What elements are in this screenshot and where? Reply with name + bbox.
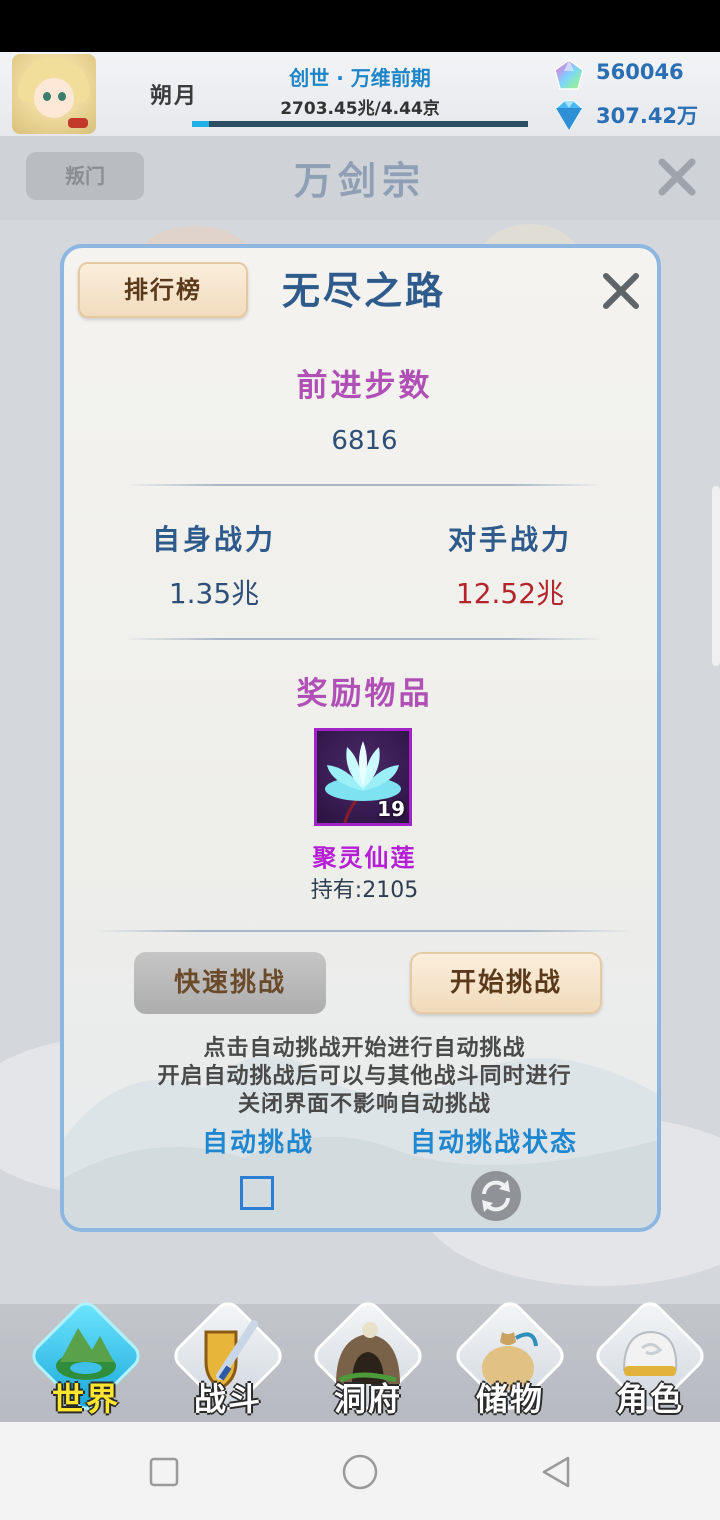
divider [124, 638, 604, 640]
close-icon[interactable] [598, 268, 644, 314]
player-avatar[interactable] [12, 54, 96, 134]
side-scroll-handle[interactable] [712, 486, 720, 666]
reward-item-name: 聚灵仙莲 [312, 844, 417, 872]
auto-challenge-checkbox[interactable] [240, 1176, 274, 1210]
bottom-nav: 世界 战斗 洞府 储物 角色 [0, 1296, 720, 1422]
rainbow-gem-icon [554, 59, 584, 90]
home-icon[interactable] [340, 1452, 380, 1492]
opponent-power-label: 对手战力 [447, 523, 572, 556]
steps-title: 前进步数 [296, 368, 433, 404]
auto-challenge-label: 自动挑战 [202, 1128, 315, 1158]
sect-header: 叛门 万剑宗 [0, 136, 720, 220]
nav-character[interactable]: 角色 [590, 1296, 710, 1420]
blue-gem-icon [555, 100, 583, 132]
leaderboard-button[interactable]: 排行榜 [78, 262, 248, 318]
currency-1-amount: 560046 [596, 60, 684, 84]
reward-item-slot[interactable]: 19 [314, 728, 412, 826]
self-power-value: 1.35兆 [168, 577, 260, 610]
auto-status-label: 自动挑战状态 [410, 1128, 579, 1158]
divider [94, 930, 634, 932]
currency-2-amount: 307.42万 [596, 104, 699, 128]
system-nav-bar [0, 1422, 720, 1520]
nav-label: 储物 [475, 1380, 544, 1418]
back-icon[interactable] [536, 1452, 576, 1492]
nav-cave[interactable]: 洞府 [308, 1296, 428, 1420]
close-icon[interactable] [654, 154, 700, 200]
nav-storage[interactable]: 储物 [450, 1296, 570, 1420]
recent-apps-icon[interactable] [144, 1452, 184, 1492]
dialog-title: 无尽之路 [281, 269, 446, 313]
nav-label: 角色 [615, 1380, 684, 1418]
cultivation-realm: 创世 · 万维前期 [289, 66, 431, 90]
nav-label: 洞府 [333, 1380, 402, 1418]
sect-title: 万剑宗 [293, 159, 426, 203]
reward-item-held: 持有:2105 [310, 878, 419, 903]
exp-fill [192, 121, 209, 127]
nav-battle[interactable]: 战斗 [168, 1296, 288, 1420]
opponent-power-value: 12.52兆 [455, 577, 565, 610]
reward-title: 奖励物品 [296, 676, 433, 712]
exp-bar [192, 121, 528, 127]
rebel-button[interactable]: 叛门 [26, 152, 144, 200]
nav-world[interactable]: 世界 [26, 1296, 146, 1420]
divider [124, 484, 604, 486]
nav-label: 战斗 [193, 1380, 262, 1418]
start-challenge-button[interactable]: 开始挑战 [410, 952, 602, 1014]
refresh-icon[interactable] [470, 1170, 522, 1222]
endless-road-dialog: 排行榜 无尽之路 前进步数 6816 自身战力 对手战力 1.35兆 12.52… [60, 244, 661, 1232]
self-power-label: 自身战力 [151, 523, 276, 556]
nav-label: 世界 [51, 1380, 120, 1418]
steps-value: 6816 [331, 426, 398, 456]
tip-text: 关闭界面不影响自动挑战 [237, 1092, 491, 1117]
quick-challenge-button[interactable]: 快速挑战 [134, 952, 326, 1014]
exp-text: 2703.45兆/4.44京 [280, 99, 440, 119]
player-name: 朔月 [150, 84, 199, 109]
status-bar [0, 0, 720, 52]
item-count: 19 [377, 797, 405, 821]
player-header: 朔月 创世 · 万维前期 2703.45兆/4.44京 560046 307.4… [0, 52, 720, 136]
